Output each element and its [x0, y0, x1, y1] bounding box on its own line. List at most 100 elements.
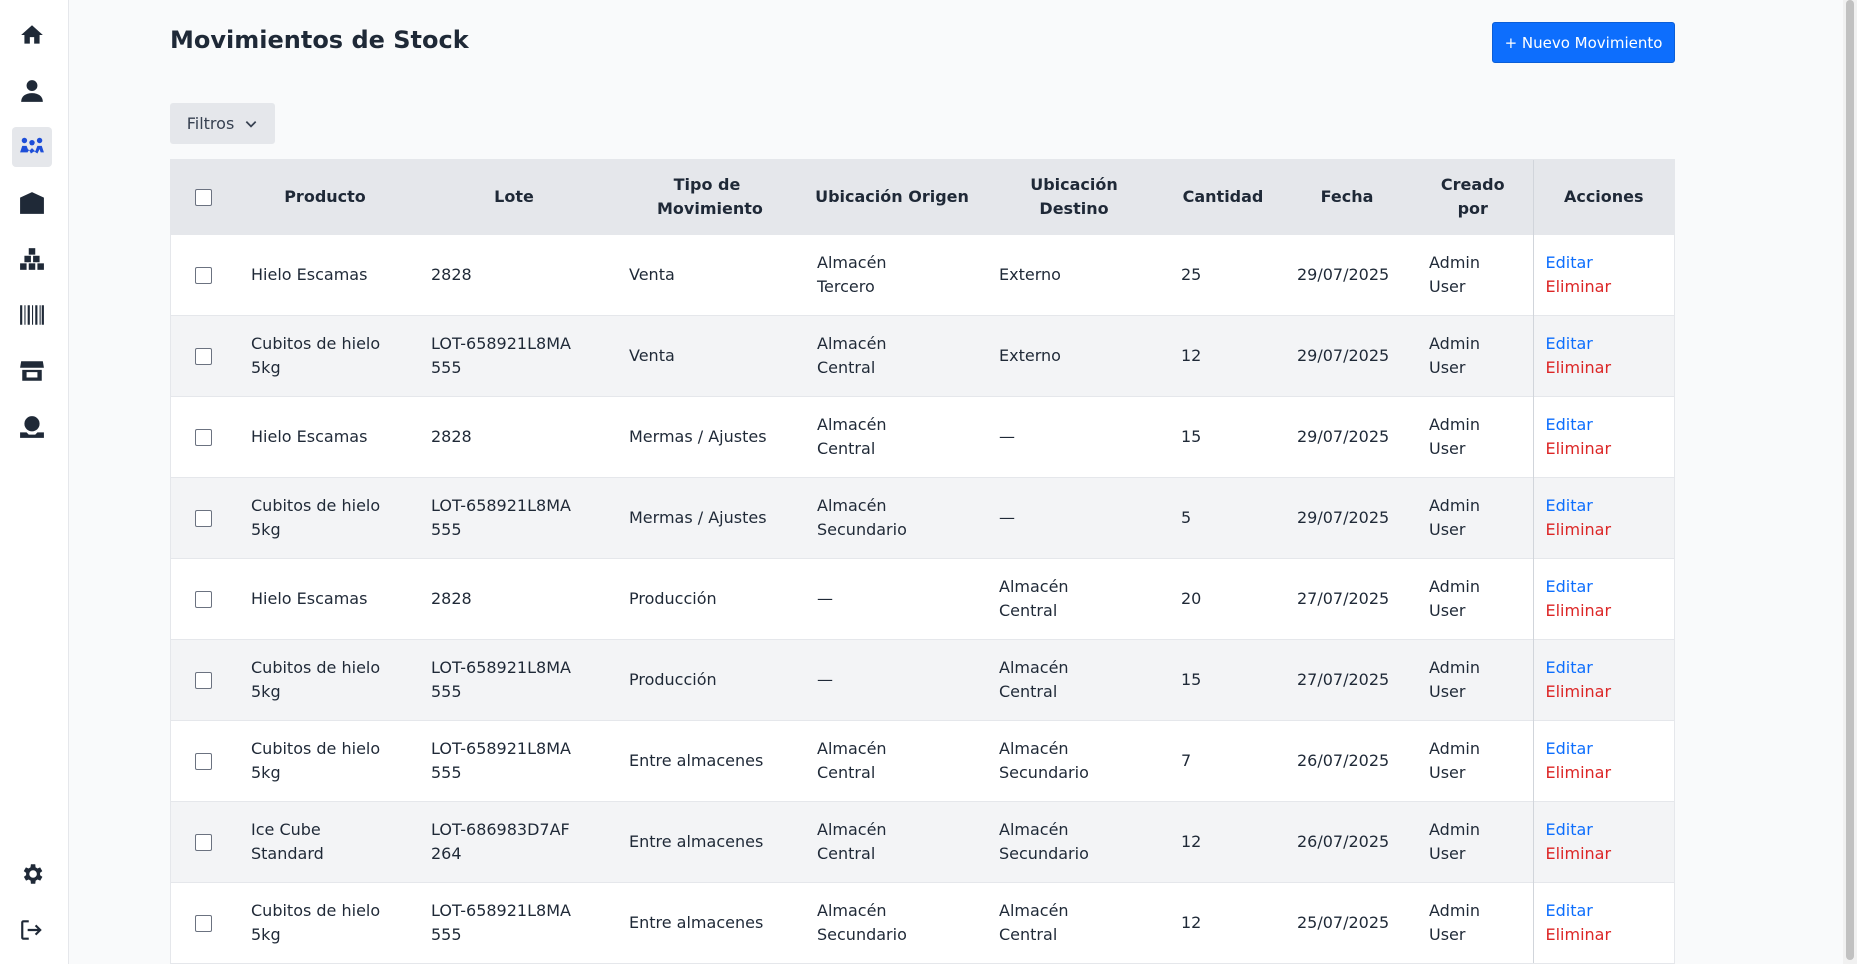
nav-store[interactable] [12, 351, 52, 391]
cell-origen: Almacén Tercero [801, 234, 983, 315]
barcode-icon [20, 305, 44, 325]
cell-tipo: Venta [613, 234, 801, 315]
cell-producto: Cubitos de hielo 5kg [235, 720, 415, 801]
delete-link[interactable]: Eliminar [1546, 437, 1663, 461]
nav-warehouse[interactable] [12, 183, 52, 223]
header-fecha[interactable]: Fecha [1281, 160, 1413, 234]
nav-barcode[interactable] [12, 295, 52, 335]
page-scrollbar[interactable] [1843, 0, 1857, 964]
cell-cantidad-text: 12 [1181, 831, 1202, 851]
edit-link[interactable]: Editar [1546, 818, 1663, 842]
cell-tipo-text: Producción [629, 588, 717, 608]
header-producto[interactable]: Producto [235, 160, 415, 234]
row-checkbox[interactable] [194, 752, 212, 770]
cell-cantidad-text: 12 [1181, 912, 1202, 932]
cell-tipo: Producción [613, 558, 801, 639]
edit-link[interactable]: Editar [1546, 656, 1663, 680]
table-row[interactable]: Cubitos de hielo 5kg LOT-658921L8MA555 Mer… [171, 477, 1674, 558]
cell-producto-text: Ice Cube Standard [251, 819, 324, 863]
cell-destino: — [983, 477, 1165, 558]
cell-lote: 2828 [415, 234, 613, 315]
edit-link[interactable]: Editar [1546, 494, 1663, 518]
cell-cantidad: 12 [1165, 315, 1281, 396]
table-row[interactable]: Cubitos de hielo 5kg LOT-658921L8MA555 Pro… [171, 639, 1674, 720]
row-checkbox[interactable] [194, 428, 212, 446]
select-all-checkbox[interactable] [194, 188, 212, 206]
cell-origen-text: — [817, 669, 833, 689]
delete-link[interactable]: Eliminar [1546, 599, 1663, 623]
cell-origen: Almacén Central [801, 315, 983, 396]
cell-producto-text: Cubitos de hielo 5kg [251, 495, 381, 539]
header-destino[interactable]: Ubicación Destino [983, 160, 1165, 234]
cell-cantidad: 25 [1165, 234, 1281, 315]
cell-destino-text: — [999, 426, 1015, 446]
header-creado[interactable]: Creado por [1413, 160, 1533, 234]
new-movement-button[interactable]: + Nuevo Movimiento [1492, 22, 1675, 63]
cell-creado: Admin User [1413, 234, 1533, 315]
delete-link[interactable]: Eliminar [1546, 842, 1663, 866]
table-row[interactable]: Ice Cube Standard LOT-686983D7AF264 Entre … [171, 801, 1674, 882]
header-tipo[interactable]: Tipo de Movimiento [613, 160, 801, 234]
row-checkbox[interactable] [194, 347, 212, 365]
cell-fecha: 27/07/2025 [1281, 558, 1413, 639]
edit-link[interactable]: Editar [1546, 251, 1663, 275]
header-cantidad[interactable]: Cantidad [1165, 160, 1281, 234]
header-lote[interactable]: Lote [415, 160, 613, 234]
edit-link[interactable]: Editar [1546, 899, 1663, 923]
delete-link[interactable]: Eliminar [1546, 680, 1663, 704]
scrollbar-thumb[interactable] [1846, 0, 1854, 960]
delete-link[interactable]: Eliminar [1546, 518, 1663, 542]
row-checkbox[interactable] [194, 914, 212, 932]
nav-payments[interactable] [12, 407, 52, 447]
cell-origen: — [801, 639, 983, 720]
table-body: Hielo Escamas 2828 Venta Almacén Tercero Ext… [171, 234, 1674, 963]
cell-lote: LOT-658921L8MA555 [415, 477, 613, 558]
nav-inventory[interactable] [12, 239, 52, 279]
table-row[interactable]: Cubitos de hielo 5kg LOT-658921L8MA555 Ven… [171, 315, 1674, 396]
header-origen[interactable]: Ubicación Origen [801, 160, 983, 234]
cell-creado: Admin User [1413, 720, 1533, 801]
nav-home[interactable] [12, 15, 52, 55]
row-checkbox[interactable] [194, 509, 212, 527]
cell-lote-text: 2828 [431, 426, 472, 446]
cell-fecha-text: 26/07/2025 [1297, 750, 1390, 770]
cell-creado: Admin User [1413, 315, 1533, 396]
cell-cantidad-text: 12 [1181, 345, 1202, 365]
filters-button[interactable]: Filtros [170, 103, 275, 144]
delete-link[interactable]: Eliminar [1546, 761, 1663, 785]
row-checkbox[interactable] [194, 590, 212, 608]
cell-producto-text: Cubitos de hielo 5kg [251, 900, 381, 944]
cell-fecha-text: 25/07/2025 [1297, 912, 1390, 932]
nav-settings[interactable] [12, 854, 52, 894]
cell-producto: Cubitos de hielo 5kg [235, 477, 415, 558]
edit-link[interactable]: Editar [1546, 575, 1663, 599]
table-row[interactable]: Cubitos de hielo 5kg LOT-658921L8MA555 Ent… [171, 882, 1674, 963]
table-row[interactable]: Hielo Escamas 2828 Mermas / Ajustes Almacén… [171, 396, 1674, 477]
edit-link[interactable]: Editar [1546, 332, 1663, 356]
cell-producto: Ice Cube Standard [235, 801, 415, 882]
cell-producto: Cubitos de hielo 5kg [235, 639, 415, 720]
delete-link[interactable]: Eliminar [1546, 923, 1663, 947]
cell-origen: Almacén Secundario [801, 882, 983, 963]
edit-link[interactable]: Editar [1546, 413, 1663, 437]
nav-user[interactable] [12, 71, 52, 111]
table-row[interactable]: Hielo Escamas 2828 Producción — Almacén Cent… [171, 558, 1674, 639]
edit-link[interactable]: Editar [1546, 737, 1663, 761]
nav-logout[interactable] [12, 910, 52, 950]
table-row[interactable]: Cubitos de hielo 5kg LOT-658921L8MA555 Ent… [171, 720, 1674, 801]
cell-creado: Admin User [1413, 639, 1533, 720]
cell-fecha: 29/07/2025 [1281, 477, 1413, 558]
table-row[interactable]: Hielo Escamas 2828 Venta Almacén Tercero Ext… [171, 234, 1674, 315]
cell-origen-text: Almacén Central [817, 414, 887, 458]
cell-tipo-text: Mermas / Ajustes [629, 507, 767, 527]
delete-link[interactable]: Eliminar [1546, 356, 1663, 380]
cell-lote-text: 2828 [431, 264, 472, 284]
row-checkbox[interactable] [194, 833, 212, 851]
row-checkbox[interactable] [194, 671, 212, 689]
gear-icon [23, 864, 43, 884]
nav-users[interactable] [12, 127, 52, 167]
delete-link[interactable]: Eliminar [1546, 275, 1663, 299]
cell-tipo-text: Entre almacenes [629, 912, 764, 932]
cell-actions: Editar Eliminar [1532, 639, 1674, 720]
row-checkbox[interactable] [194, 266, 212, 284]
